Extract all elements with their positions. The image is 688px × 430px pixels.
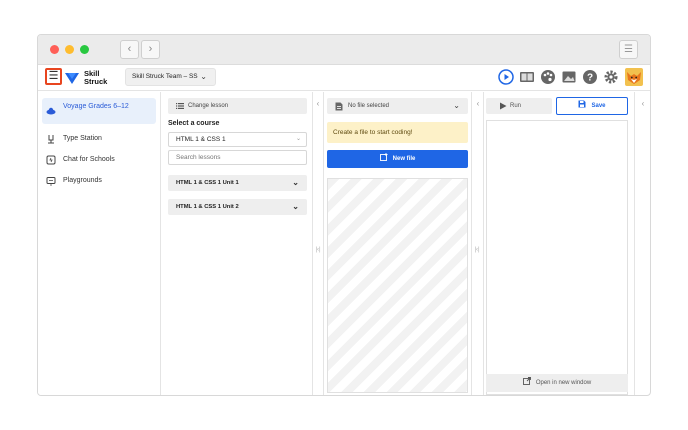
close-window-button[interactable] xyxy=(50,45,59,54)
chevron-down-icon: ⌄ xyxy=(292,202,299,211)
chevron-down-icon: ⌄ xyxy=(295,136,301,142)
play-icon xyxy=(500,102,507,110)
new-file-icon xyxy=(379,153,388,161)
sidebar-item-label: Voyage Grades 6–12 xyxy=(63,103,129,110)
resize-handle[interactable]: |‹| xyxy=(314,245,322,255)
unit-label: HTML 1 & CSS 1 Unit 2 xyxy=(176,204,239,210)
unit-1-accordion[interactable]: HTML 1 & CSS 1 Unit 1 ⌄ xyxy=(168,175,307,191)
file-panel: No file selected ⌄ Create a file to star… xyxy=(325,92,470,395)
save-button[interactable]: Save xyxy=(556,97,628,115)
logo-line2: Struck xyxy=(84,77,108,86)
sidebar-item-label: Type Station xyxy=(63,135,102,142)
team-selector[interactable]: Skill Struck Team – SS ⌄ xyxy=(125,68,216,86)
save-icon xyxy=(578,100,586,108)
collapse-lessons-button[interactable]: ‹ xyxy=(313,99,323,108)
panel-divider xyxy=(323,92,324,395)
sidebar-item-playgrounds[interactable]: Playgrounds xyxy=(42,171,156,191)
team-label: Skill Struck Team – SS xyxy=(132,73,198,80)
course-select[interactable]: HTML 1 & CSS 1 ⌄ xyxy=(168,132,307,147)
resize-handle[interactable]: |‹| xyxy=(473,245,481,255)
file-icon xyxy=(335,102,343,111)
unit-2-accordion[interactable]: HTML 1 & CSS 1 Unit 2 ⌄ xyxy=(168,199,307,215)
image-icon[interactable] xyxy=(561,69,577,85)
file-selector-label: No file selected xyxy=(348,103,390,109)
minimize-window-button[interactable] xyxy=(65,45,74,54)
sidebar-item-label: Chat for Schools xyxy=(63,156,115,163)
browser-window: ‹ › ☰ ☰ Skill Struck Skill Struck Team –… xyxy=(37,34,651,396)
unit-label: HTML 1 & CSS 1 Unit 1 xyxy=(176,180,239,186)
new-file-button[interactable]: New file xyxy=(327,150,468,168)
sidebar-item-voyage[interactable]: Voyage Grades 6–12 xyxy=(42,98,156,124)
playground-icon xyxy=(46,177,56,186)
logo-mark-icon xyxy=(65,73,79,84)
change-lesson-button[interactable]: Change lesson xyxy=(168,98,307,114)
chevron-down-icon: ⌄ xyxy=(200,72,207,81)
search-lessons-input[interactable] xyxy=(168,150,307,165)
hamburger-menu-button[interactable]: ☰ xyxy=(45,68,62,85)
chevron-down-icon: ⌄ xyxy=(292,178,299,187)
title-bar: ‹ › ☰ xyxy=(38,35,650,65)
open-window-label: Open in new window xyxy=(535,380,592,386)
run-label: Run xyxy=(510,103,522,109)
open-in-new-window-button[interactable]: Open in new window xyxy=(486,374,628,392)
collapse-preview-button[interactable]: ‹ xyxy=(638,99,648,108)
sidebar-item-type-station[interactable]: Type Station xyxy=(42,129,156,149)
sidebar: Voyage Grades 6–12 Type Station Chat for… xyxy=(38,92,161,395)
book-icon[interactable] xyxy=(519,69,535,85)
course-select-value: HTML 1 & CSS 1 xyxy=(176,136,226,143)
collapse-files-button[interactable]: ‹ xyxy=(473,99,483,108)
keyboard-icon xyxy=(48,135,54,144)
chevron-down-icon: ⌄ xyxy=(453,101,460,110)
help-icon[interactable]: ? xyxy=(582,69,598,85)
avatar[interactable] xyxy=(625,68,643,86)
browser-menu-button[interactable]: ☰ xyxy=(619,40,638,59)
right-rail: ‹ xyxy=(634,92,650,395)
nav-back-button[interactable]: ‹ xyxy=(120,40,139,59)
header-icon-bar: ? xyxy=(498,68,643,87)
external-link-icon xyxy=(522,377,531,385)
panel-divider xyxy=(312,92,313,395)
logo-text: Skill Struck xyxy=(84,70,107,86)
palette-icon[interactable] xyxy=(540,69,556,85)
gear-icon[interactable] xyxy=(603,69,619,85)
nav-forward-button[interactable]: › xyxy=(141,40,160,59)
editor-empty-area xyxy=(327,178,468,393)
run-button[interactable]: Run xyxy=(486,98,552,114)
select-course-label: Select a course xyxy=(168,120,220,127)
app-header: ☰ Skill Struck Skill Struck Team – SS ⌄ xyxy=(38,66,650,91)
create-file-notice: Create a file to start coding! xyxy=(327,122,468,143)
sidebar-item-chat-for-schools[interactable]: Chat for Schools xyxy=(42,150,156,170)
sidebar-item-label: Playgrounds xyxy=(63,177,102,184)
chat-icon xyxy=(46,155,56,165)
voyage-icon xyxy=(46,107,56,115)
file-selector[interactable]: No file selected ⌄ xyxy=(327,98,468,114)
play-circle-icon[interactable] xyxy=(498,69,514,85)
skill-struck-logo[interactable]: Skill Struck xyxy=(65,69,115,87)
maximize-window-button[interactable] xyxy=(80,45,89,54)
preview-panel: Run Save Open in new window xyxy=(484,92,633,395)
svg-text:?: ? xyxy=(587,73,593,84)
save-label: Save xyxy=(591,103,606,109)
lessons-panel: Change lesson Select a course HTML 1 & C… xyxy=(162,92,312,395)
preview-frame xyxy=(486,120,628,395)
new-file-label: New file xyxy=(392,156,416,162)
panel-divider xyxy=(471,92,472,395)
change-lesson-label: Change lesson xyxy=(188,103,229,109)
list-icon xyxy=(176,103,184,109)
